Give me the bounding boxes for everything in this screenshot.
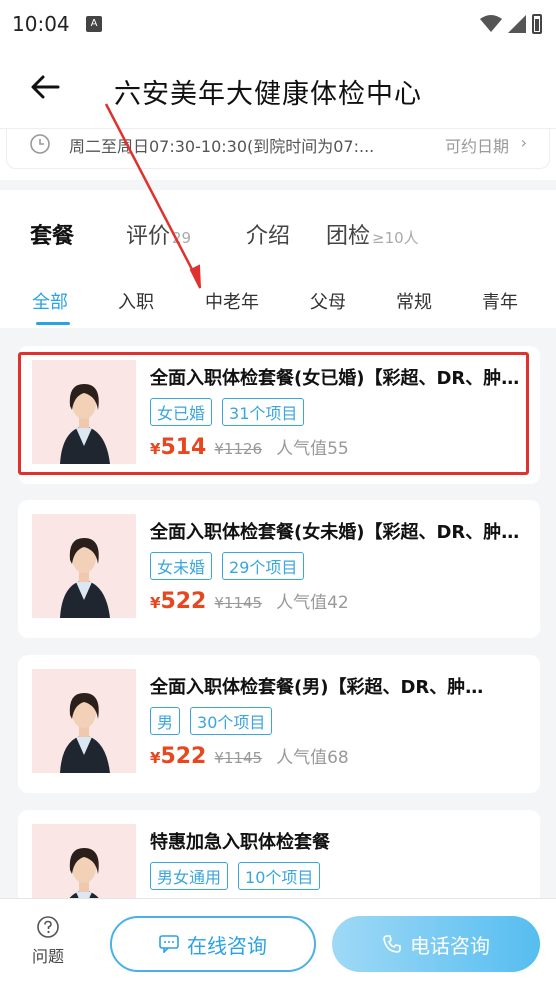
subtab-youth[interactable]: 青年 [482, 288, 518, 314]
phone-consult-label: 电话咨询 [410, 933, 490, 958]
package-tag: 女未婚 [150, 552, 213, 580]
tab-packages[interactable]: 套餐 [30, 218, 74, 250]
group-exam-note: ≥10人 [372, 229, 419, 247]
phone-icon [383, 935, 401, 953]
package-thumbnail [32, 514, 136, 618]
online-consult-button[interactable]: 在线咨询 [110, 916, 316, 972]
tab-group-exam[interactable]: 团检 ≥10人 [326, 218, 419, 250]
popularity-value: 人气值68 [276, 748, 349, 768]
package-tags: 女未婚 29个项目 [150, 552, 305, 580]
status-bar: 10:04 A [0, 0, 556, 52]
app-notification-icon: A [86, 16, 102, 32]
active-subtab-indicator [36, 322, 70, 325]
package-tag: 男 [150, 707, 181, 735]
package-prices: ¥522 ¥1145 人气值68 [150, 743, 349, 769]
subtab-regular[interactable]: 常规 [396, 288, 432, 314]
package-title: 全面入职体检套餐(男)【彩超、DR、肿… [150, 677, 484, 698]
original-price: ¥1145 [214, 594, 263, 612]
business-hours-box: 周二至周日07:30-10:30(到院时间为07:... 可约日期 › [6, 129, 550, 169]
popularity-value: 人气值42 [276, 593, 349, 613]
tab-introduction[interactable]: 介绍 [246, 218, 290, 250]
chevron-right-icon: › [520, 133, 527, 152]
subtab-onboarding[interactable]: 入职 [118, 288, 154, 314]
reviews-count: 29 [172, 229, 192, 247]
package-title: 特惠加急入职体检套餐 [150, 832, 330, 853]
bottom-action-bar: 问题 在线咨询 电话咨询 [0, 898, 556, 986]
signal-icon [508, 15, 526, 33]
tab-reviews[interactable]: 评价 29 [126, 218, 191, 250]
main-tabs: 套餐 评价 29 介绍 团检 ≥10人 全部 入职 中老年 父母 常规 青年 [0, 190, 556, 328]
package-prices: ¥522 ¥1145 人气值42 [150, 588, 349, 614]
price-currency: ¥ [150, 749, 161, 767]
package-price: 522 [160, 744, 207, 769]
subtab-all[interactable]: 全部 [32, 288, 68, 314]
chat-icon [159, 935, 179, 953]
package-price: 522 [160, 589, 207, 614]
package-thumbnail [32, 669, 136, 773]
header: 六安美年大健康体检中心 [0, 52, 556, 128]
subtab-parents[interactable]: 父母 [310, 288, 346, 314]
business-hours-text: 周二至周日07:30-10:30(到院时间为07:... [69, 137, 375, 156]
package-card[interactable]: 全面入职体检套餐(女未婚)【彩超、DR、肿瘤... 女未婚 29个项目 ¥522 ¥11… [18, 500, 540, 638]
highlight-box [18, 352, 529, 475]
faq-button[interactable]: 问题 [28, 915, 68, 967]
package-tag: 30个项目 [190, 707, 273, 735]
price-currency: ¥ [150, 594, 161, 612]
clock-icon [30, 134, 50, 154]
back-arrow-icon[interactable] [28, 70, 62, 104]
battery-icon [532, 14, 542, 34]
subtab-middle-aged[interactable]: 中老年 [205, 288, 259, 314]
package-tags: 男女通用 10个项目 [150, 862, 321, 890]
business-hours-strip[interactable]: 周二至周日07:30-10:30(到院时间为07:... 可约日期 › [0, 128, 556, 180]
phone-consult-button[interactable]: 电话咨询 [332, 916, 540, 972]
faq-label: 问题 [31, 947, 64, 966]
wifi-icon [480, 15, 502, 32]
question-circle-icon [37, 916, 59, 938]
package-tag: 10个项目 [238, 862, 321, 890]
package-card[interactable]: 全面入职体检套餐(男)【彩超、DR、肿… 男 30个项目 ¥522 ¥1145 人气值68 [18, 655, 540, 793]
original-price: ¥1145 [214, 749, 263, 767]
package-title: 全面入职体检套餐(女未婚)【彩超、DR、肿瘤... [150, 522, 524, 543]
page-title: 六安美年大健康体检中心 [114, 79, 422, 110]
available-dates-link[interactable]: 可约日期 [445, 133, 509, 157]
status-time: 10:04 [12, 12, 70, 36]
package-tag: 男女通用 [150, 862, 229, 890]
package-tags: 男 30个项目 [150, 707, 273, 735]
package-tag: 29个项目 [222, 552, 305, 580]
status-icons [480, 14, 542, 34]
online-consult-label: 在线咨询 [187, 933, 267, 958]
